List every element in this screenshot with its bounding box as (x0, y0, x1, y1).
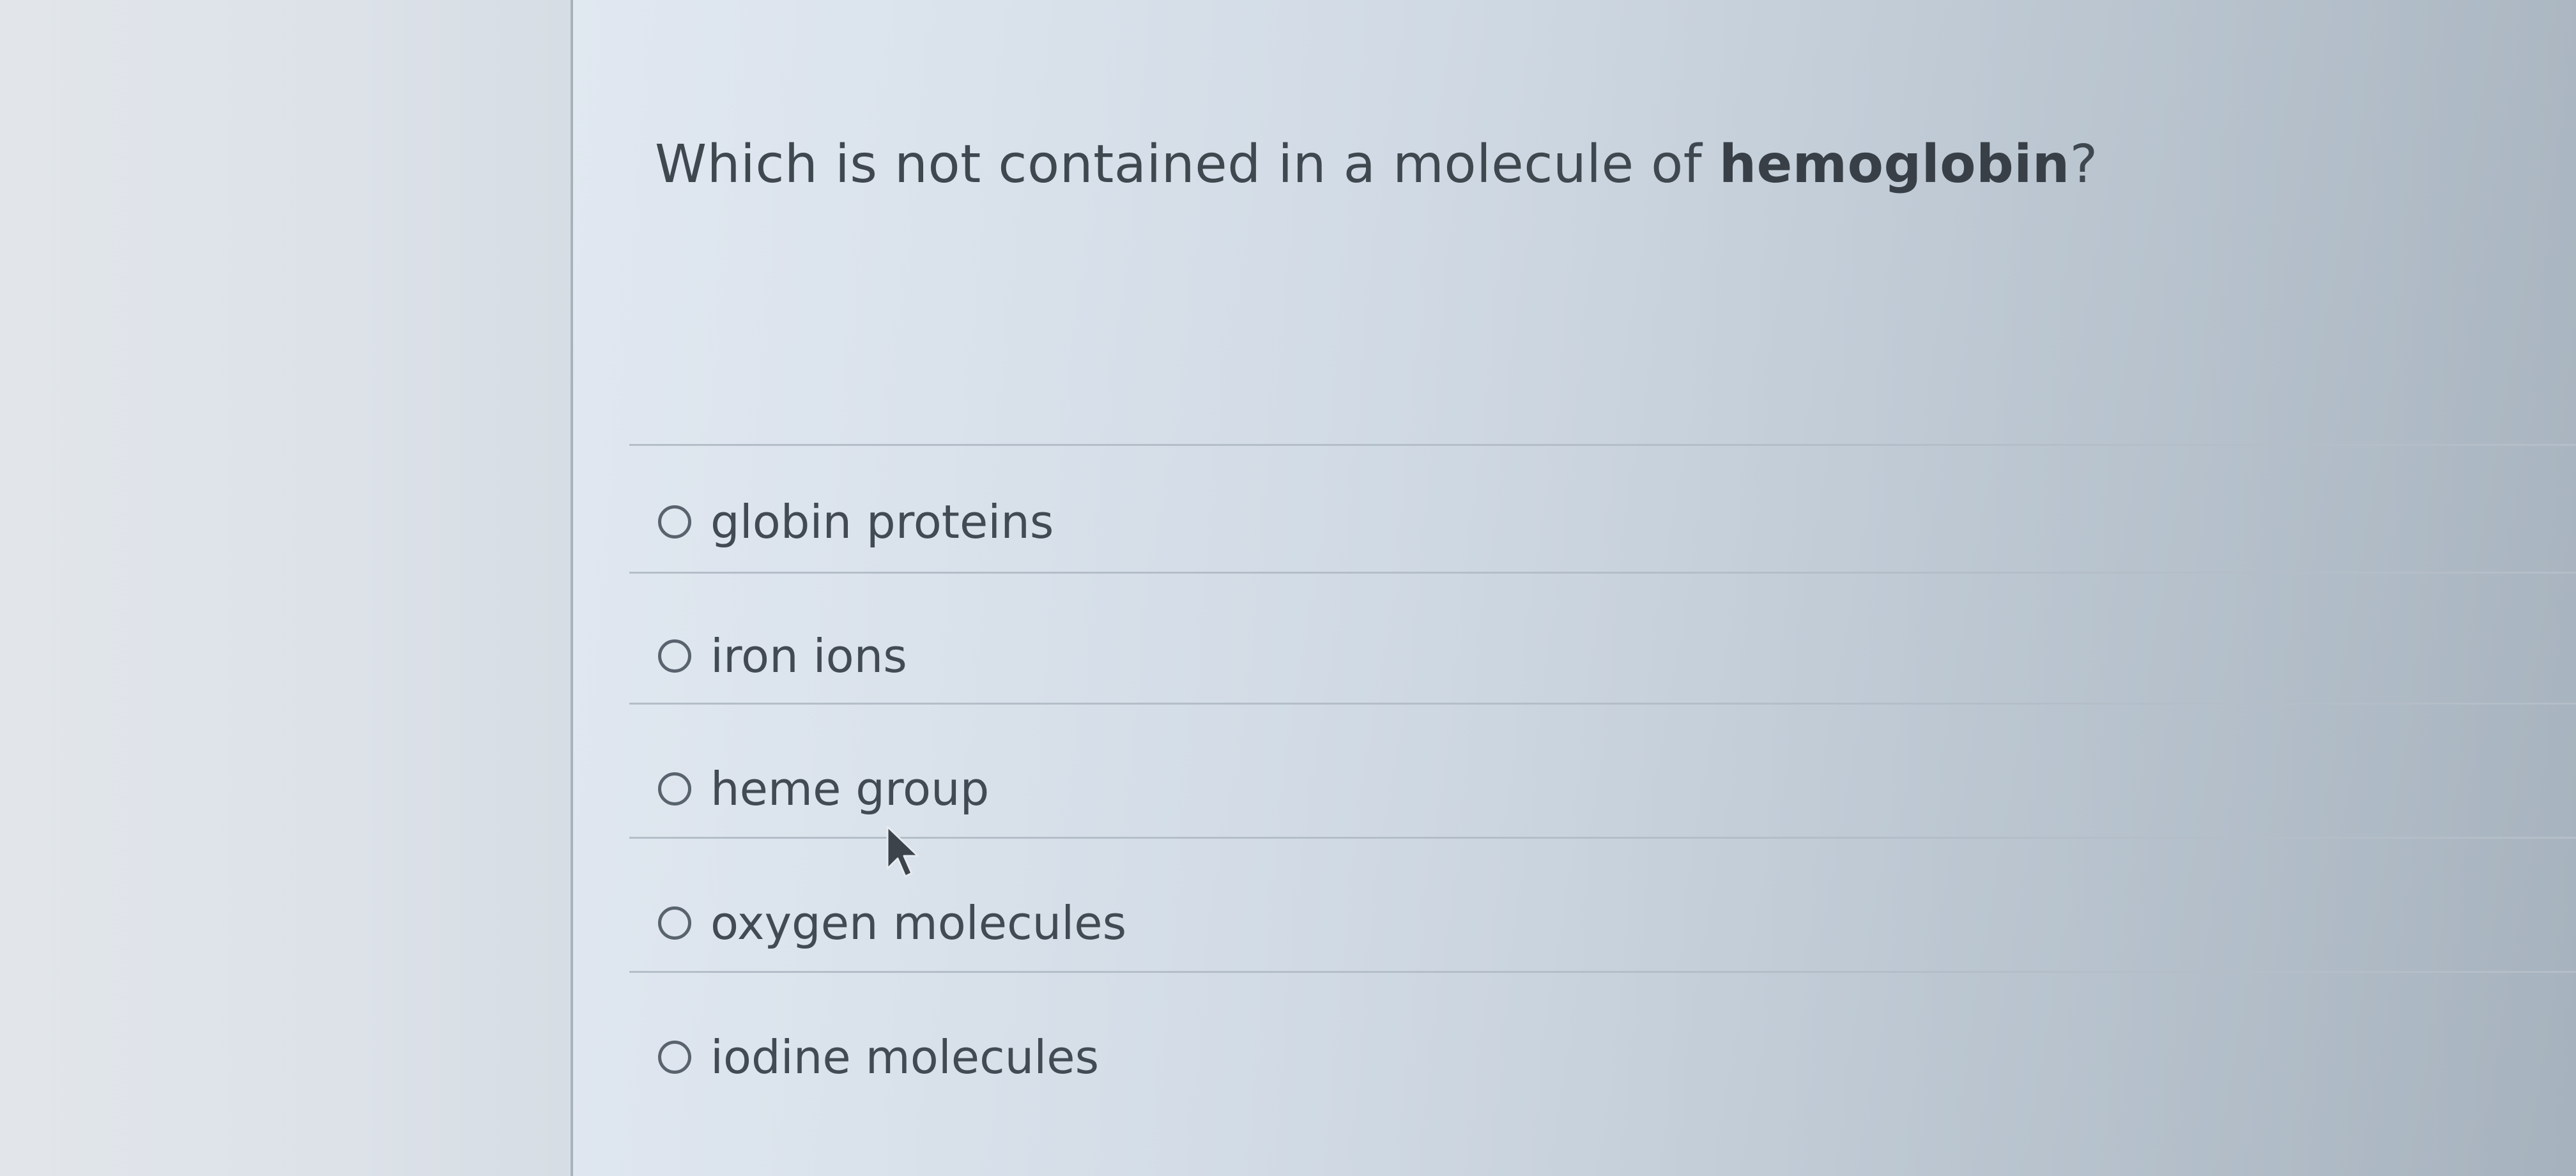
radio-button-icon[interactable] (658, 639, 691, 673)
option-iron-ions[interactable]: iron ions (658, 621, 907, 691)
radio-button-icon[interactable] (658, 906, 691, 940)
option-label: oxygen molecules (710, 896, 1127, 950)
option-label: globin proteins (710, 495, 1054, 549)
mouse-pointer-icon (886, 825, 919, 878)
divider (629, 444, 2576, 446)
left-panel (0, 0, 573, 1176)
question-prefix: Which is not contained in a molecule of (655, 134, 1719, 195)
question-text: Which is not contained in a molecule of … (655, 134, 2098, 195)
divider (629, 572, 2576, 574)
radio-button-icon[interactable] (658, 1041, 691, 1074)
question-suffix: ? (2069, 134, 2098, 195)
option-globin-proteins[interactable]: globin proteins (658, 487, 1054, 557)
option-heme-group[interactable]: heme group (658, 754, 989, 824)
option-label: heme group (710, 762, 990, 816)
question-emphasis: hemoglobin (1719, 134, 2070, 195)
divider (629, 971, 2576, 973)
option-label: iron ions (710, 629, 907, 683)
option-label: iodine molecules (710, 1030, 1100, 1084)
radio-button-icon[interactable] (658, 505, 691, 538)
divider (629, 703, 2576, 705)
option-iodine-molecules[interactable]: iodine molecules (658, 1022, 1099, 1092)
option-oxygen-molecules[interactable]: oxygen molecules (658, 888, 1126, 958)
radio-button-icon[interactable] (658, 772, 691, 806)
